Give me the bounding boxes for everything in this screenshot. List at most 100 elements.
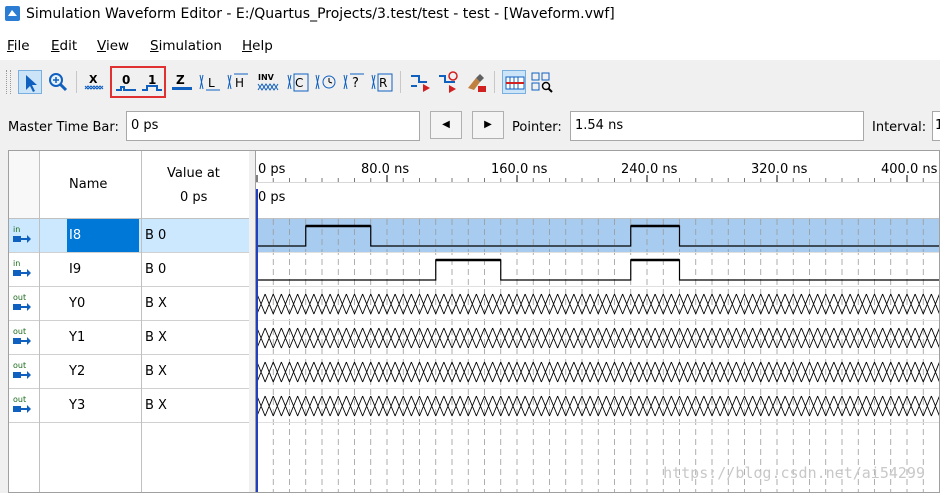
signal-name[interactable]: Y0 (39, 287, 141, 320)
time-tick-label: 240.0 ns (621, 162, 678, 177)
random-value-button[interactable]: R (370, 70, 394, 94)
triangle-right-icon: ▶ (484, 119, 492, 130)
panel-splitter[interactable] (249, 151, 256, 492)
signal-name[interactable]: I8 (67, 219, 139, 252)
time-tick-label: 0 ps (258, 162, 286, 177)
snap-to-grid-button[interactable] (502, 70, 526, 94)
input-pin-icon: in (9, 219, 39, 252)
output-pin-icon: out (9, 287, 39, 320)
name-header[interactable]: Name (39, 151, 141, 219)
time-tick-label: 160.0 ns (491, 162, 548, 177)
netlist-simulation-icon (468, 74, 486, 92)
functional-simulation-icon (411, 75, 430, 92)
time-tick-label: 80.0 ns (361, 162, 409, 177)
toolbar-separator (76, 71, 77, 93)
netlist-simulation-button[interactable] (464, 70, 488, 94)
time-tick-label: 400.0 ns (881, 162, 938, 177)
interval-label: Interval: (872, 120, 927, 135)
next-transition-button[interactable]: ▶ (472, 111, 504, 139)
output-pin-icon: out (9, 321, 39, 354)
master-time-bar-field[interactable]: 0 ps (126, 111, 420, 141)
menu-edit[interactable]: Edit (51, 38, 77, 54)
value-header[interactable]: Value at 0 ps (141, 151, 249, 219)
column-divider (39, 151, 40, 492)
weak-low-button[interactable]: L (198, 70, 222, 94)
timing-simulation-icon (439, 71, 458, 93)
app-icon (5, 6, 20, 21)
value-header-line1: Value at (167, 166, 220, 181)
menu-help[interactable]: Help (242, 38, 273, 54)
interval-field[interactable]: 1 (932, 111, 940, 141)
select-pointer-icon (26, 75, 37, 92)
arbitrary-value-button[interactable]: ? (342, 70, 366, 94)
toolbar: X 0 1 Z L H INV C ? R (0, 62, 940, 102)
signal-row[interactable]: out Y0 B X (9, 287, 249, 321)
waveform-canvas[interactable]: 0 ps 80.0 ns 160.0 ns 240.0 ns 320.0 ns 400.0… (256, 151, 940, 493)
svg-text:in: in (13, 259, 20, 268)
signal-row[interactable]: out Y1 B X (9, 321, 249, 355)
signal-value: B X (145, 364, 167, 379)
menu-simulation[interactable]: Simulation (150, 38, 222, 54)
toolbar-separator (494, 71, 495, 93)
weak-high-glyph: H (235, 76, 244, 90)
weak-low-glyph: L (208, 76, 215, 90)
force-unknown-icon: X (84, 73, 104, 90)
title-bar: Simulation Waveform Editor - E:/Quartus_… (0, 0, 940, 30)
cursor-time-label: 0 ps (258, 190, 286, 205)
invert-glyph: INV (258, 73, 275, 82)
weak-high-icon: H (227, 73, 248, 90)
count-value-button[interactable]: C (286, 70, 310, 94)
signal-value: B 0 (145, 262, 167, 277)
signal-value: B X (145, 296, 167, 311)
direction-header (9, 151, 39, 219)
pointer-field[interactable]: 1.54 ns (570, 111, 864, 141)
svg-text:out: out (13, 293, 26, 302)
output-pin-icon: out (9, 355, 39, 388)
invert-icon: INV (257, 73, 279, 91)
invert-button[interactable]: INV (256, 70, 280, 94)
triangle-left-icon: ◀ (442, 119, 450, 130)
pointer-label: Pointer: (512, 120, 562, 135)
signal-value: B X (145, 330, 167, 345)
random-value-icon: R (371, 73, 393, 92)
random-value-glyph: R (379, 76, 387, 90)
signal-name[interactable]: I9 (39, 253, 141, 286)
signal-row[interactable]: in I8 B 0 (9, 219, 249, 253)
clock-button[interactable] (314, 70, 338, 94)
highlight-box (110, 66, 166, 98)
toolbar-separator (400, 71, 401, 93)
select-pointer-button[interactable] (18, 70, 42, 94)
clock-icon (315, 74, 336, 90)
high-impedance-glyph: Z (176, 73, 185, 87)
snap-to-grid-icon (505, 76, 525, 90)
menu-view[interactable]: View (97, 38, 129, 54)
name-header-label: Name (69, 177, 108, 192)
waveform-grid: Name Value at 0 ps in I8 B 0 in I9 B 0 out Y0 B … (8, 150, 940, 493)
menu-bar: File Edit View Simulation Help (0, 30, 940, 60)
functional-simulation-button[interactable] (408, 70, 432, 94)
zoom-button[interactable] (46, 70, 70, 94)
signal-name[interactable]: Y1 (39, 321, 141, 354)
timing-simulation-button[interactable] (436, 70, 460, 94)
watermark: https://blog.csdn.net/ai54299 (663, 464, 925, 482)
svg-text:out: out (13, 327, 26, 336)
node-finder-icon (531, 72, 553, 93)
force-unknown-button[interactable]: X (82, 70, 106, 94)
signal-row[interactable]: in I9 B 0 (9, 253, 249, 287)
menu-file[interactable]: File (7, 38, 30, 54)
signal-row[interactable]: out Y3 B X (9, 389, 249, 423)
weak-low-icon: L (199, 74, 220, 91)
signal-row[interactable]: out Y2 B X (9, 355, 249, 389)
arbitrary-value-icon: ? (343, 73, 364, 91)
signal-name[interactable]: Y2 (39, 355, 141, 388)
signal-name[interactable]: Y3 (39, 389, 141, 422)
svg-text:out: out (13, 395, 26, 404)
previous-transition-button[interactable]: ◀ (430, 111, 462, 139)
svg-text:in: in (13, 225, 20, 234)
node-finder-button[interactable] (530, 70, 554, 94)
window-title: Simulation Waveform Editor - E:/Quartus_… (26, 6, 615, 22)
high-impedance-button[interactable]: Z (170, 70, 194, 94)
weak-high-button[interactable]: H (226, 70, 250, 94)
high-impedance-icon: Z (172, 73, 192, 90)
toolbar-grip[interactable] (6, 70, 11, 94)
